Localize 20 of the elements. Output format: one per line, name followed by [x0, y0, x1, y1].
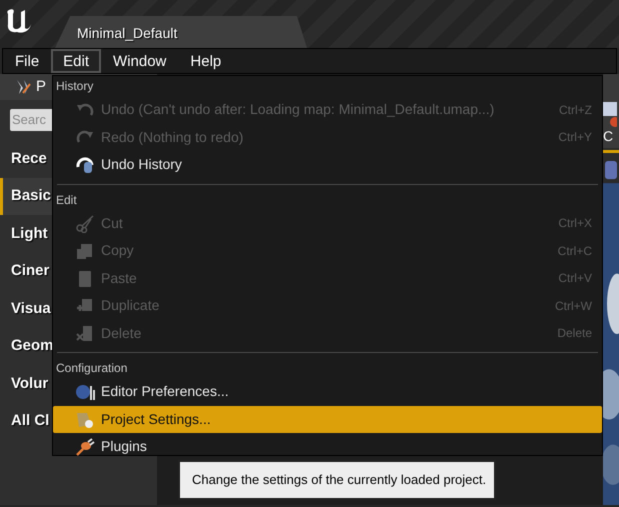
- plug-icon: [75, 436, 95, 457]
- search-field[interactable]: Searc: [10, 108, 54, 130]
- menu-entry[interactable]: Project Settings...: [53, 406, 602, 433]
- tooltip: Change the settings of the currently loaded project.: [178, 460, 496, 500]
- section-heading: Configuration: [55, 360, 128, 377]
- menu-item[interactable]: File: [3, 49, 52, 73]
- menu-item[interactable]: Help: [178, 49, 234, 73]
- menu-entry[interactable]: Undo History: [53, 151, 602, 178]
- history-icon: [75, 154, 95, 175]
- menu-item[interactable]: Window: [101, 49, 178, 73]
- section-heading: Edit: [55, 192, 78, 208]
- trash-icon: [75, 323, 95, 344]
- scissors-icon: [75, 213, 95, 234]
- menu-item[interactable]: Edit: [51, 49, 102, 73]
- panel-title: P: [36, 76, 46, 97]
- document-tab[interactable]: Minimal_Default: [55, 16, 307, 48]
- menu-entry[interactable]: Plugins: [53, 433, 602, 460]
- section-heading: History: [55, 78, 94, 95]
- menu-entry[interactable]: Editor Preferences...: [53, 378, 602, 406]
- viewport-button-label[interactable]: C: [603, 128, 614, 144]
